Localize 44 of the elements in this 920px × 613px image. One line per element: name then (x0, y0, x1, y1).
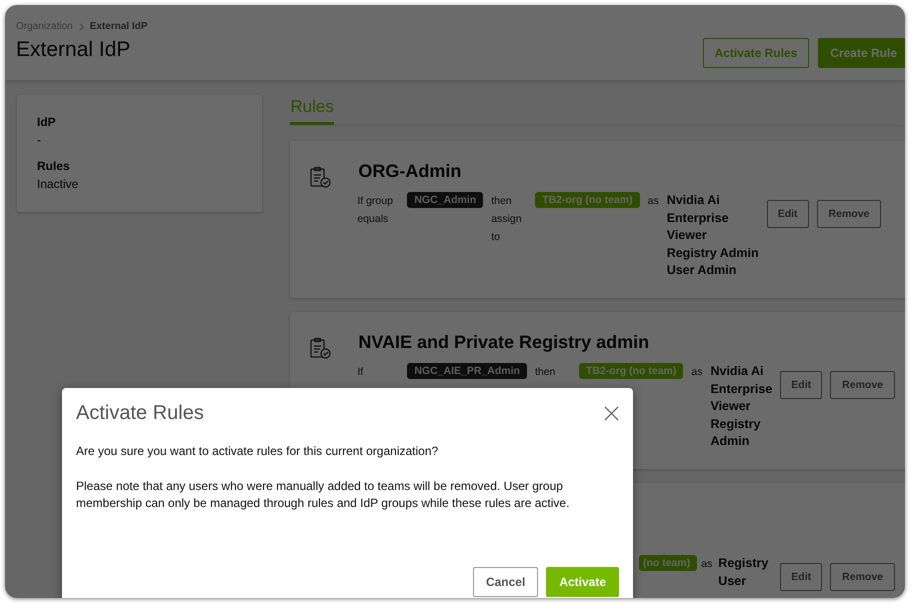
role-text: Registry User (718, 555, 770, 590)
rule-action-button[interactable]: Edit (766, 200, 809, 228)
group-chip: NGC_AIE_PR_Admin (407, 363, 527, 379)
connector-text: then (534, 365, 556, 380)
role-text: Registry Admin (710, 416, 762, 450)
dialog-text: Please note that any users who were manually added to teams will be removed. User group membership can only be managed through rules and IdP groups while these rules are active. (76, 478, 570, 512)
rule-action-button[interactable]: Edit (780, 563, 822, 591)
summary-label: IdP (37, 115, 57, 129)
rule-action-button[interactable]: Remove (830, 371, 895, 399)
page-title: External IdP (16, 38, 132, 62)
rule-title: ORG-Admin (358, 161, 462, 182)
team-chip: (no team) (638, 555, 698, 571)
dialog-button[interactable]: Activate (546, 567, 619, 597)
role-text: User Admin (666, 262, 738, 279)
breadcrumb-item[interactable]: External IdP (90, 21, 148, 32)
rule-action-button[interactable]: Remove (816, 200, 882, 228)
condition-text: If (357, 365, 364, 380)
team-chip: TB2-org (no team) (578, 363, 684, 379)
dialog-text: Are you sure you want to activate rules for this current organization? (76, 443, 440, 460)
header-button[interactable]: Create Rule (818, 38, 905, 68)
clipboard-check-icon (308, 165, 332, 189)
role-text: Nvidia Ai Enterprise Viewer (666, 192, 730, 244)
rule-action-button[interactable]: Edit (780, 371, 822, 399)
dialog-button[interactable]: Cancel (472, 567, 538, 597)
header-button[interactable]: Activate Rules (702, 38, 810, 68)
summary-value: Inactive (37, 177, 80, 191)
team-chip: TB2-org (no team) (535, 192, 640, 208)
summary-value: - (37, 133, 42, 147)
dialog-title: Activate Rules (76, 402, 204, 425)
as-text: as (701, 557, 712, 572)
as-text: as (691, 365, 702, 380)
chevron-icon (78, 22, 84, 30)
group-chip: NGC_Admin (407, 192, 484, 208)
rule-action-button[interactable]: Remove (830, 563, 895, 591)
tab[interactable]: Rules (290, 95, 334, 125)
rule-title: NVAIE and Private Registry admin (358, 332, 650, 353)
connector-text: then assign to (491, 194, 523, 245)
clipboard-check-icon (308, 336, 332, 360)
close-icon[interactable] (604, 406, 619, 421)
role-text: Registry Admin (666, 244, 759, 262)
condition-text: If group equals (357, 194, 394, 227)
as-text: as (648, 194, 659, 209)
summary-label: Rules (37, 159, 71, 173)
role-text: Nvidia Ai Enterprise Viewer (710, 363, 772, 415)
